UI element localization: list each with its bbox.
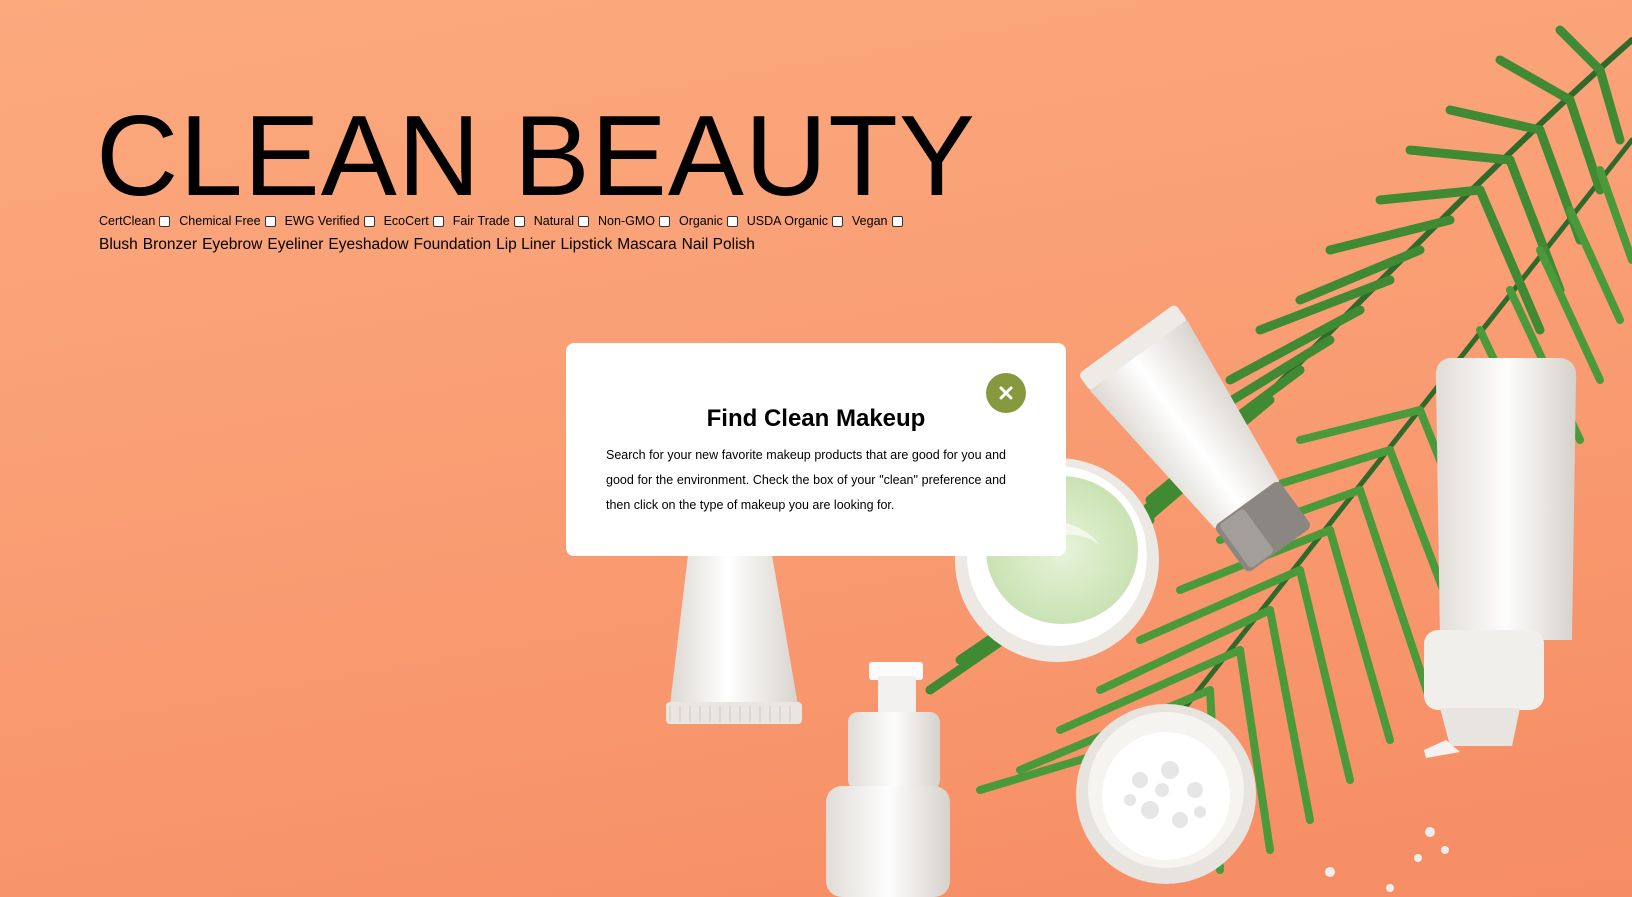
filter-item: EcoCert: [384, 214, 453, 228]
page: CLEAN BEAUTY CertClean Chemical Free EWG V…: [0, 0, 1632, 897]
filter-checkbox[interactable]: [363, 215, 375, 227]
filter-label: Fair Trade: [452, 214, 510, 228]
filter-checkbox[interactable]: [832, 215, 844, 227]
filter-checkbox[interactable]: [513, 215, 525, 227]
filter-item: EWG Verified: [285, 214, 384, 228]
category-link[interactable]: Foundation: [414, 236, 492, 253]
category-link[interactable]: Lip Liner: [496, 236, 555, 253]
filter-label: CertClean: [99, 214, 156, 228]
filter-item: CertClean: [99, 214, 179, 228]
category-link[interactable]: Lipstick: [561, 236, 613, 253]
filter-checkbox[interactable]: [159, 215, 171, 227]
filter-item: Natural: [534, 214, 598, 228]
pump-bottle-art: [826, 662, 950, 897]
filter-label: Natural: [533, 214, 575, 228]
filter-item: Chemical Free: [179, 214, 284, 228]
filter-checkbox[interactable]: [891, 215, 903, 227]
filter-checkbox[interactable]: [578, 215, 590, 227]
filter-item: Fair Trade: [453, 214, 534, 228]
clean-filter-list: CertClean Chemical Free EWG Verified EcoCer…: [99, 214, 912, 228]
cosmetic-tube-art: [666, 555, 802, 724]
category-link[interactable]: Nail Polish: [682, 236, 755, 253]
filter-label: Non-GMO: [598, 214, 655, 228]
filter-label: USDA Organic: [746, 214, 829, 228]
filter-checkbox[interactable]: [658, 215, 670, 227]
category-link[interactable]: Eyeliner: [267, 236, 323, 253]
filter-item: Non-GMO: [598, 214, 679, 228]
category-link[interactable]: Bronzer: [143, 236, 197, 253]
filter-item: Vegan: [852, 214, 911, 228]
filter-label: Vegan: [852, 214, 888, 228]
intro-modal: Find Clean Makeup Search for your new fa…: [566, 343, 1066, 556]
filter-item: Organic: [679, 214, 747, 228]
filter-label: Organic: [678, 214, 723, 228]
filter-checkbox[interactable]: [432, 215, 444, 227]
filter-checkbox[interactable]: [726, 215, 738, 227]
page-title: CLEAN BEAUTY: [96, 93, 976, 220]
close-icon: [999, 386, 1013, 400]
makeup-category-list: Blush Bronzer Eyebrow Eyeliner Eyeshadow Foun…: [99, 236, 760, 254]
bottle-art: [1424, 358, 1577, 758]
filter-label: EcoCert: [383, 214, 429, 228]
category-link[interactable]: Eyeshadow: [328, 236, 408, 253]
filter-checkbox[interactable]: [264, 215, 276, 227]
filter-label: Chemical Free: [179, 214, 261, 228]
category-link[interactable]: Mascara: [617, 236, 676, 253]
category-link[interactable]: Blush: [99, 236, 138, 253]
modal-description: Search for your new favorite makeup prod…: [606, 448, 1006, 512]
filter-item: USDA Organic: [747, 214, 852, 228]
filter-label: EWG Verified: [284, 214, 360, 228]
category-link[interactable]: Eyebrow: [202, 236, 262, 253]
modal-title: Find Clean Makeup: [706, 405, 926, 432]
